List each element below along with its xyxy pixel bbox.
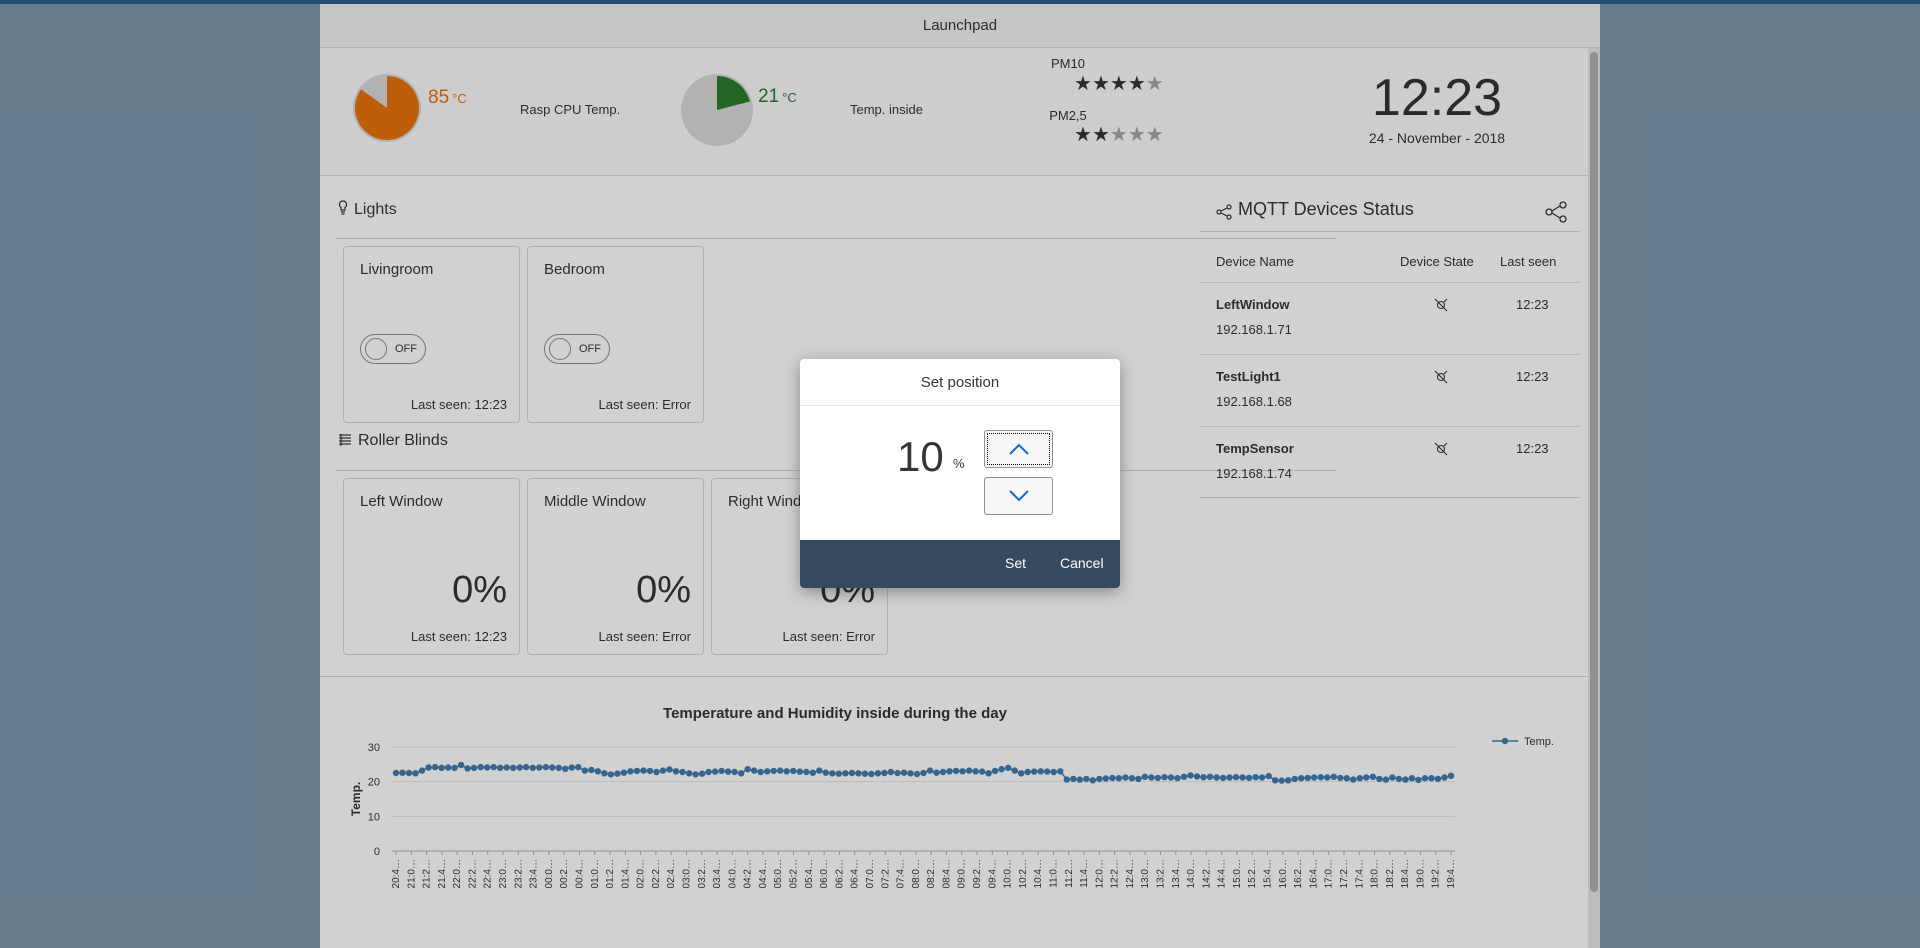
cancel-button[interactable]: Cancel	[1060, 555, 1104, 571]
decrease-button[interactable]	[984, 477, 1053, 515]
dialog-title: Set position	[800, 359, 1120, 406]
chevron-down-icon	[1008, 490, 1029, 502]
position-value: 10	[897, 433, 944, 480]
set-button[interactable]: Set	[1005, 555, 1026, 571]
dialog-footer: Set Cancel	[800, 540, 1120, 588]
increase-button[interactable]	[984, 430, 1053, 468]
chevron-up-icon	[1008, 443, 1029, 455]
position-unit: %	[953, 456, 965, 471]
set-position-dialog: Set position 10 % Set Cancel	[800, 359, 1120, 588]
